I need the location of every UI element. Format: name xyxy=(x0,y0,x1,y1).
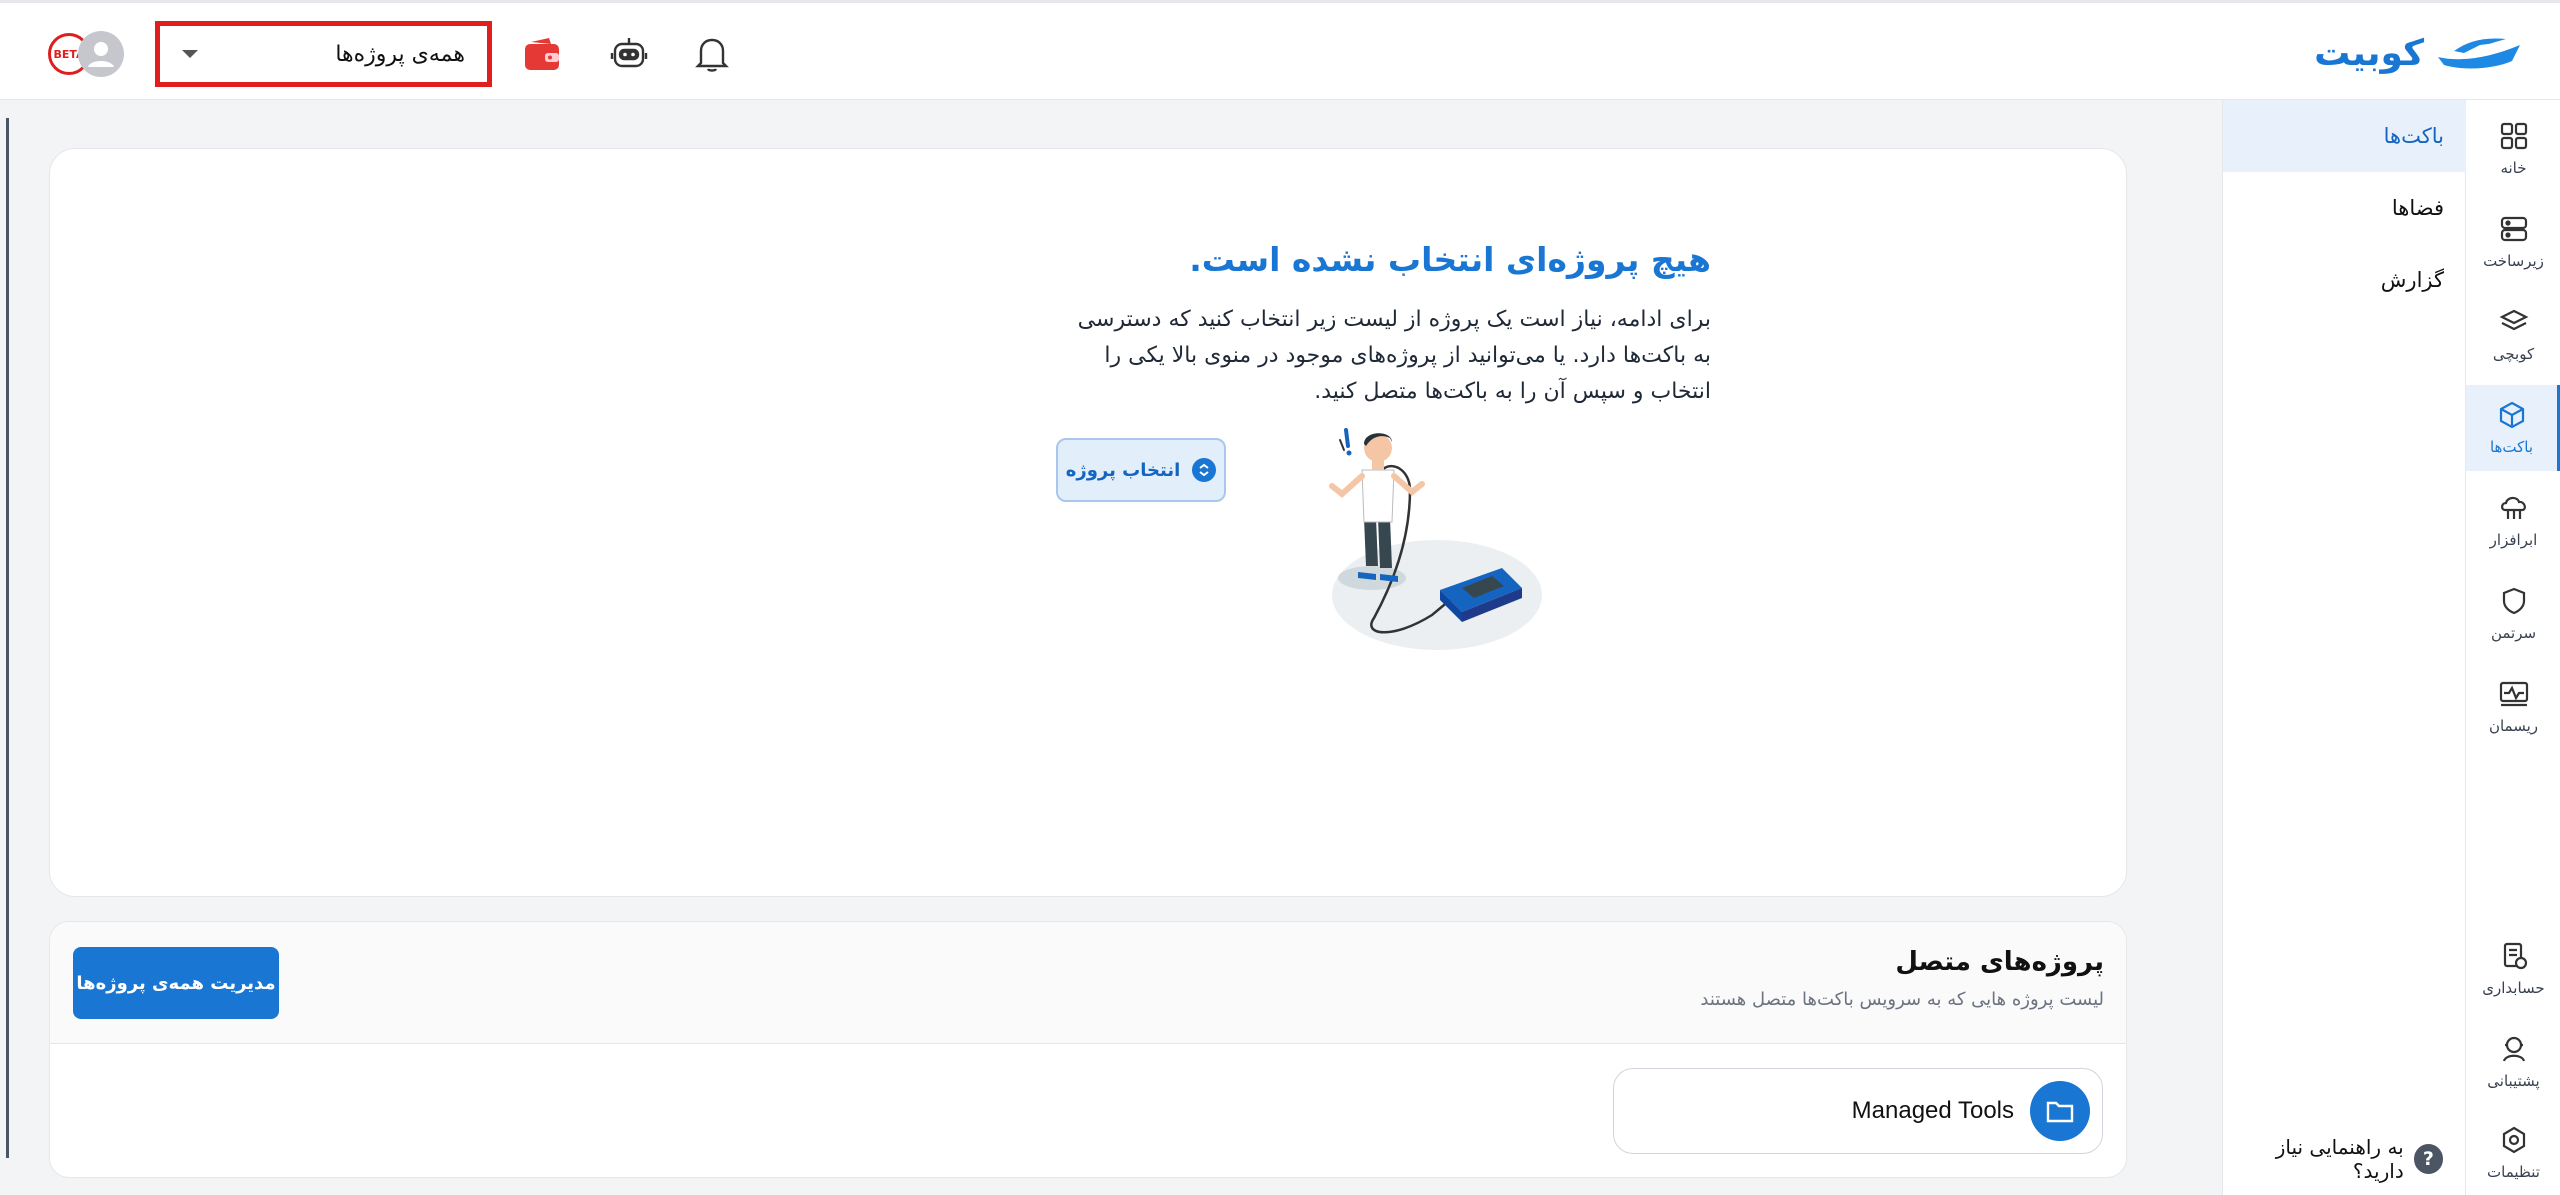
scroll-indicator xyxy=(6,118,9,1158)
rail-item-home[interactable]: خانه xyxy=(2466,106,2560,192)
rail-label-home: خانه xyxy=(2500,159,2527,177)
project-card[interactable]: Managed Tools xyxy=(1613,1068,2103,1154)
connected-projects-title: پروژه‌های متصل xyxy=(1895,947,2104,977)
layers-icon xyxy=(2499,309,2528,331)
robot-icon[interactable] xyxy=(608,33,650,75)
user-menu[interactable]: BETA xyxy=(48,31,124,79)
rail-item-buckets[interactable]: باکت‌ها xyxy=(2466,385,2560,471)
project-selector[interactable]: همه‌ی پروژه‌ها xyxy=(155,21,492,87)
rail-label-risman: ریسمان xyxy=(2488,717,2539,735)
server-icon xyxy=(2500,216,2527,242)
rail-item-cloud-app[interactable]: ابرافزار xyxy=(2466,478,2560,564)
select-project-label: انتخاب پروژه xyxy=(1065,459,1181,481)
rail-item-kubchi[interactable]: کوبچی xyxy=(2466,292,2560,378)
select-project-button[interactable]: انتخاب پروژه xyxy=(1056,438,1226,502)
settings-icon xyxy=(2502,1126,2525,1154)
avatar[interactable] xyxy=(78,31,124,77)
rail-item-sartaman[interactable]: سرتمن xyxy=(2466,571,2560,657)
rail-item-infrastructure[interactable]: زیرساخت xyxy=(2466,199,2560,285)
rail-label-sartaman: سرتمن xyxy=(2490,624,2537,642)
bell-icon[interactable] xyxy=(691,33,733,75)
manage-all-projects-button[interactable]: مدیریت همه‌ی پروژه‌ها xyxy=(73,947,279,1019)
folder-icon xyxy=(2030,1081,2090,1141)
empty-state-illustration xyxy=(1329,428,1542,650)
wallet-icon[interactable] xyxy=(521,33,563,75)
receipt-icon xyxy=(2503,942,2527,970)
connected-projects-header: پروژه‌های متصل لیست پروژه هایی که به سرو… xyxy=(50,922,2126,1044)
logo[interactable]: کوبیت xyxy=(2314,27,2524,79)
connected-projects-card: پروژه‌های متصل لیست پروژه هایی که به سرو… xyxy=(49,921,2127,1178)
rail-item-settings[interactable]: تنظیمات xyxy=(2466,1110,2560,1195)
rail-label-infrastructure: زیرساخت xyxy=(2483,252,2544,270)
rail-item-support[interactable]: پشتیبانی xyxy=(2466,1019,2560,1105)
main-nav-rail: خانه زیرساخت کوبچی باکت‌ها ابرافزار سرتم… xyxy=(2465,100,2560,1195)
logo-text: کوبیت xyxy=(2314,32,2424,74)
rail-label-support: پشتیبانی xyxy=(2487,1072,2540,1090)
rail-label-kubchi: کوبچی xyxy=(2492,345,2535,363)
grid-icon xyxy=(2500,122,2527,150)
rail-label-cloud-app: ابرافزار xyxy=(2489,531,2538,549)
rail-label-accounting: حسابداری xyxy=(2482,979,2545,997)
project-selector-value: همه‌ی پروژه‌ها xyxy=(335,41,465,67)
swap-icon xyxy=(1192,458,1217,482)
subnav-item-report[interactable]: گزارش xyxy=(2223,244,2466,316)
connected-projects-subtitle: لیست پروژه هایی که به سرویس باکت‌ها متصل… xyxy=(1700,989,2104,1010)
section-sidebar: باکت‌ها فضاها گزارش ? به راهنمایی نیاز د… xyxy=(2222,100,2466,1195)
help-icon: ? xyxy=(2413,1144,2443,1174)
chevron-down-icon xyxy=(182,50,198,58)
empty-state-title: هیچ پروژه‌ای انتخاب نشده است. xyxy=(1189,240,1711,279)
top-header: کوبیت همه‌ی پروژه‌ها BETA xyxy=(0,0,2560,100)
project-name: Managed Tools xyxy=(1851,1097,2014,1124)
pulse-icon xyxy=(2499,681,2528,707)
help-link[interactable]: ? به راهنمایی نیاز دارید؟ xyxy=(2223,1135,2443,1183)
support-icon xyxy=(2502,1036,2525,1062)
subnav-item-buckets[interactable]: باکت‌ها xyxy=(2223,100,2466,172)
help-text: به راهنمایی نیاز دارید؟ xyxy=(2275,1135,2404,1183)
rail-item-risman[interactable]: ریسمان xyxy=(2466,664,2560,750)
subnav-item-spaces[interactable]: فضاها xyxy=(2223,172,2466,244)
rail-label-buckets: باکت‌ها xyxy=(2489,438,2534,456)
empty-state-card xyxy=(49,148,2127,897)
cloud-app-icon xyxy=(2500,496,2526,519)
cube-icon xyxy=(2499,401,2524,429)
rail-item-accounting[interactable]: حسابداری xyxy=(2466,926,2560,1012)
shield-icon xyxy=(2502,587,2525,615)
rail-label-settings: تنظیمات xyxy=(2487,1163,2540,1181)
logo-ship-icon xyxy=(2438,38,2520,69)
